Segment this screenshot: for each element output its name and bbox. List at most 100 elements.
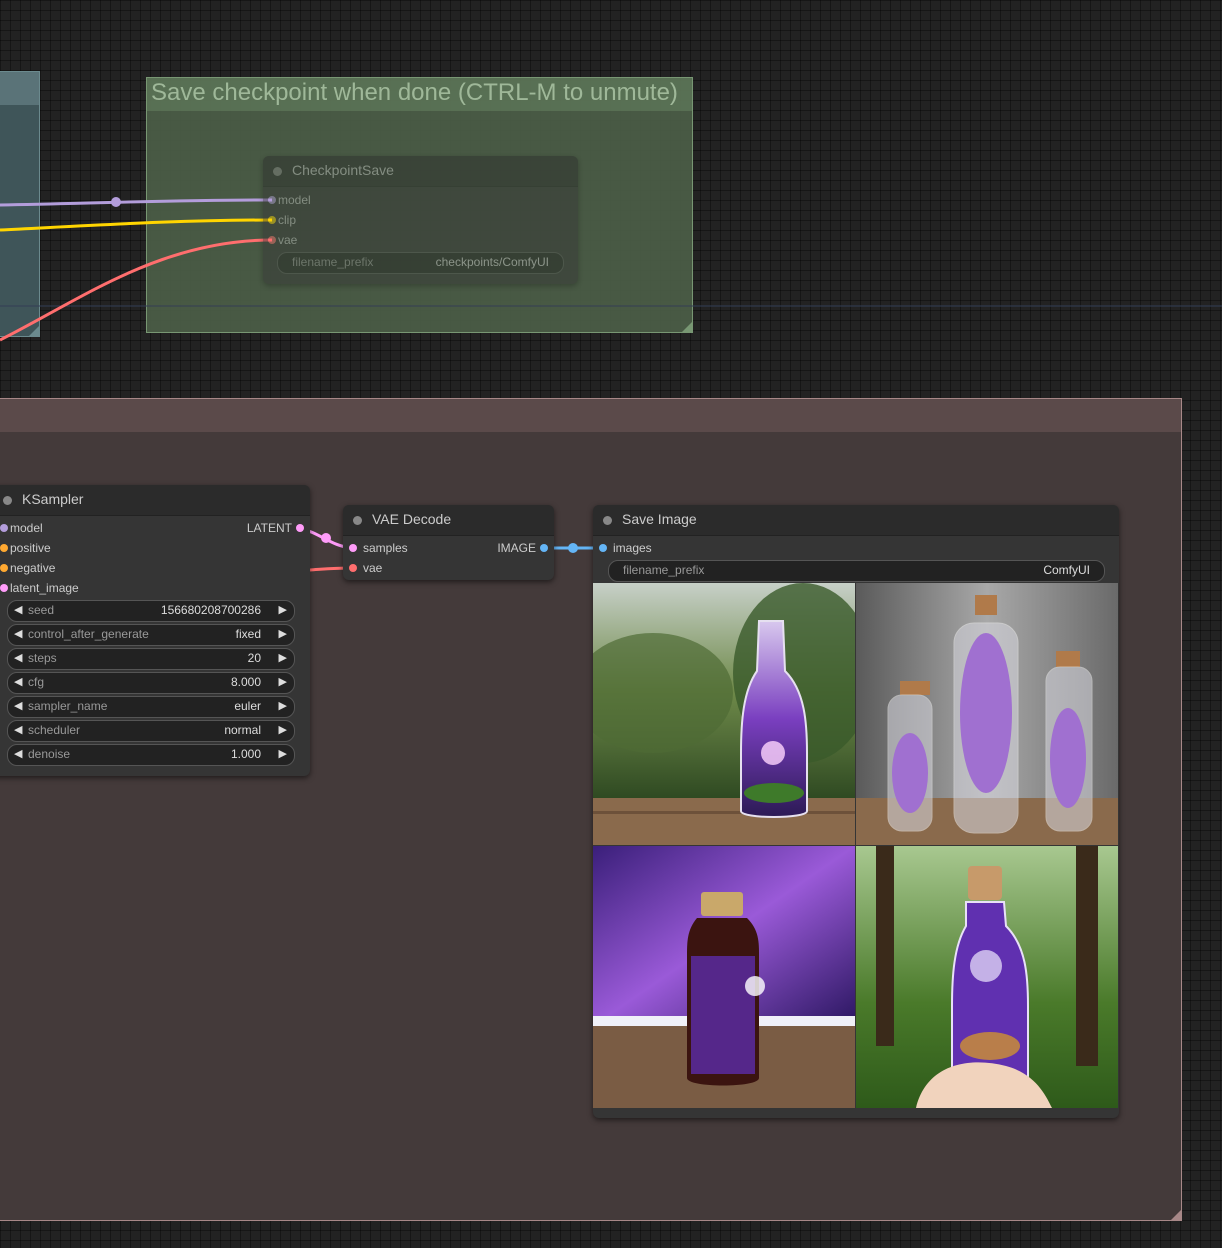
increment-arrow-icon[interactable]: ▶	[279, 673, 287, 691]
slot-dot[interactable]	[296, 524, 304, 532]
collapse-dot[interactable]	[603, 516, 612, 525]
slot-label: images	[613, 541, 652, 555]
preview-image-art	[856, 846, 1118, 1108]
preview-image-art	[593, 846, 855, 1108]
slot-label: positive	[10, 541, 51, 555]
preview-image-art	[856, 583, 1118, 845]
node-title: KSampler	[22, 491, 84, 507]
preview-image[interactable]	[856, 583, 1118, 845]
slot-dot[interactable]	[599, 544, 607, 552]
node-ksampler[interactable]: KSampler model positive negative latent_…	[0, 485, 310, 776]
slot-label: model	[10, 521, 43, 535]
widget-filename-prefix[interactable]: filename_prefix ComfyUI	[608, 560, 1105, 582]
group-resize-handle[interactable]	[1171, 1210, 1181, 1220]
preview-image[interactable]	[593, 846, 855, 1108]
preview-image[interactable]	[856, 846, 1118, 1108]
slot-label: LATENT	[246, 521, 292, 535]
node-title: Save Image	[622, 511, 697, 527]
node-save-image[interactable]: Save Image images filename_prefix ComfyU…	[593, 505, 1119, 1118]
widget-filename-prefix[interactable]: filename_prefix checkpoints/ComfyUI	[277, 252, 564, 274]
widget-label: scheduler	[28, 723, 81, 737]
slot-label: model	[278, 193, 311, 207]
collapse-dot[interactable]	[353, 516, 362, 525]
widget-denoise[interactable]: ◀ denoise 1.000 ▶	[7, 744, 295, 766]
widget-label: cfg	[28, 675, 45, 689]
slot-dot[interactable]	[0, 544, 8, 552]
increment-arrow-icon[interactable]: ▶	[279, 601, 287, 619]
slot-dot[interactable]	[0, 584, 8, 592]
increment-arrow-icon[interactable]: ▶	[279, 625, 287, 643]
node-title-bar[interactable]: VAE Decode	[343, 505, 554, 536]
slot-dot[interactable]	[0, 564, 8, 572]
increment-arrow-icon[interactable]: ▶	[279, 697, 287, 715]
slot-dot[interactable]	[349, 544, 357, 552]
slot-label: clip	[278, 213, 297, 227]
group-resize-handle[interactable]	[29, 326, 39, 336]
increment-arrow-icon[interactable]: ▶	[279, 721, 287, 739]
widget-scheduler[interactable]: ◀ scheduler normal ▶	[7, 720, 295, 742]
slot-dot[interactable]	[268, 236, 276, 244]
widget-value: checkpoints/ComfyUI	[435, 255, 549, 269]
increment-arrow-icon[interactable]: ▶	[279, 649, 287, 667]
preview-image-art	[593, 583, 855, 845]
node-title-bar[interactable]: KSampler	[0, 485, 310, 516]
decrement-arrow-icon[interactable]: ◀	[14, 745, 22, 763]
widget-value: 1.000	[230, 747, 261, 761]
collapse-dot[interactable]	[3, 496, 12, 505]
decrement-arrow-icon[interactable]: ◀	[14, 625, 22, 643]
output-image[interactable]: IMAGE	[468, 538, 548, 558]
preview-image[interactable]	[593, 583, 855, 845]
increment-arrow-icon[interactable]: ▶	[279, 745, 287, 763]
decrement-arrow-icon[interactable]: ◀	[14, 649, 22, 667]
node-checkpoint-save[interactable]: CheckpointSave model clip vae filename_p…	[263, 156, 578, 284]
group-header[interactable]: Save checkpoint when done (CTRL-M to unm…	[147, 78, 692, 111]
widget-value: euler	[234, 699, 261, 713]
slot-dot[interactable]	[268, 196, 276, 204]
slot-dot[interactable]	[0, 524, 8, 532]
node-title: VAE Decode	[372, 511, 452, 527]
widget-seed[interactable]: ◀ seed 156680208700286 ▶	[7, 600, 295, 622]
widget-label: denoise	[28, 747, 71, 761]
widget-value: 8.000	[230, 675, 261, 689]
widget-label: filename_prefix	[623, 563, 705, 577]
slot-label: samples	[363, 541, 408, 555]
group-header[interactable]	[0, 72, 39, 105]
decrement-arrow-icon[interactable]: ◀	[14, 697, 22, 715]
slot-dot[interactable]	[349, 564, 357, 572]
slot-label: latent_image	[10, 581, 79, 595]
collapse-dot[interactable]	[273, 167, 282, 176]
widget-sampler-name[interactable]: ◀ sampler_name euler ▶	[7, 696, 295, 718]
slot-label: vae	[363, 561, 383, 575]
slot-label: negative	[10, 561, 56, 575]
slot-label: IMAGE	[497, 541, 536, 555]
widget-value: fixed	[235, 627, 261, 641]
node-title-bar[interactable]: CheckpointSave	[263, 156, 578, 187]
output-latent[interactable]: LATENT	[214, 518, 304, 538]
node-title: CheckpointSave	[292, 162, 394, 178]
group-title: Save checkpoint when done (CTRL-M to unm…	[151, 79, 678, 106]
widget-label: sampler_name	[28, 699, 108, 713]
image-preview-grid[interactable]	[593, 583, 1118, 1108]
widget-steps[interactable]: ◀ steps 20 ▶	[7, 648, 295, 670]
widget-cfg[interactable]: ◀ cfg 8.000 ▶	[7, 672, 295, 694]
group-header[interactable]	[0, 399, 1181, 432]
decrement-arrow-icon[interactable]: ◀	[14, 601, 22, 619]
node-title-bar[interactable]: Save Image	[593, 505, 1119, 536]
slot-dot[interactable]	[268, 216, 276, 224]
group-resize-handle[interactable]	[682, 322, 692, 332]
slot-label: vae	[278, 233, 298, 247]
widget-control-after-generate[interactable]: ◀ control_after_generate fixed ▶	[7, 624, 295, 646]
node-vae-decode[interactable]: VAE Decode samples vae IMAGE	[343, 505, 554, 580]
slot-dot[interactable]	[540, 544, 548, 552]
decrement-arrow-icon[interactable]: ◀	[14, 673, 22, 691]
widget-value: ComfyUI	[1043, 563, 1090, 577]
widget-value: 20	[247, 651, 261, 665]
group-left-partial[interactable]	[0, 71, 40, 337]
widget-label: steps	[28, 651, 57, 665]
widget-label: seed	[28, 603, 55, 617]
widget-value: normal	[224, 723, 261, 737]
decrement-arrow-icon[interactable]: ◀	[14, 721, 22, 739]
widget-value: 156680208700286	[160, 603, 261, 617]
widget-label: control_after_generate	[28, 627, 149, 641]
link-midpoint[interactable]	[111, 197, 121, 207]
